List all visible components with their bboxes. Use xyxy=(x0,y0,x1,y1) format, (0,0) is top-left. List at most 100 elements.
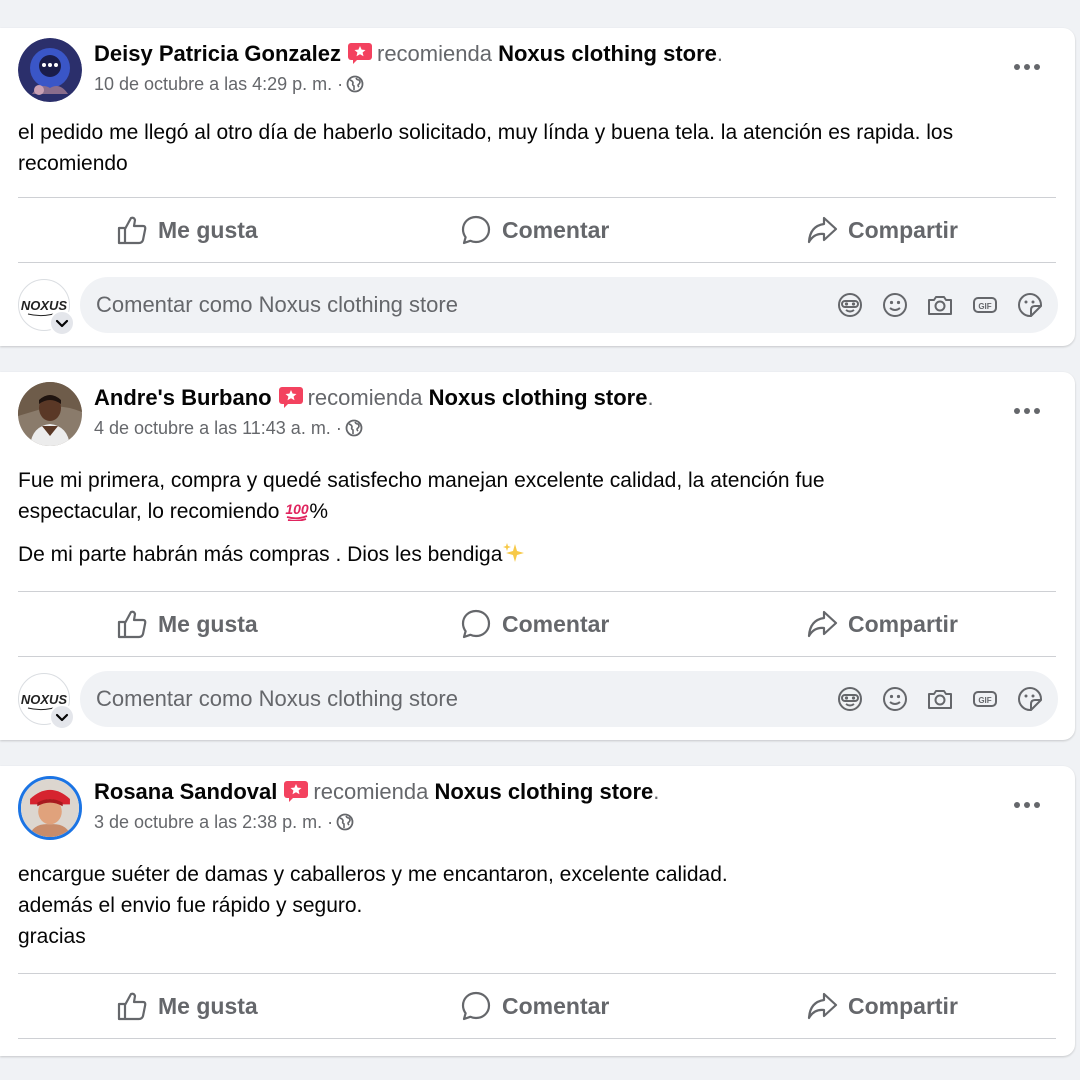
comment-icon xyxy=(461,609,491,639)
like-button[interactable]: Me gusta xyxy=(116,198,258,262)
share-icon xyxy=(807,610,838,638)
comment-button[interactable]: Comentar xyxy=(460,974,609,1038)
review-title: Rosana Sandoval recomienda Noxus clothing… xyxy=(94,778,659,806)
page-avatar[interactable]: NOXUS xyxy=(18,673,75,730)
review-card: Deisy Patricia Gonzalez recomienda Noxus … xyxy=(0,28,1075,346)
review-text-line: Fue mi primera, compra y quedé satisfech… xyxy=(18,465,925,527)
recommend-verb: recomienda xyxy=(313,779,429,804)
review-body: Fue mi primera, compra y quedé satisfech… xyxy=(18,465,925,570)
review-header: Deisy Patricia Gonzalez recomienda Noxus … xyxy=(18,38,1075,104)
divider xyxy=(18,1038,1056,1039)
review-card: Andre's Burbano recomienda Noxus clothing… xyxy=(0,372,1075,740)
comment-button[interactable]: Comentar xyxy=(460,198,609,262)
page-name[interactable]: Noxus clothing store xyxy=(434,779,653,804)
share-label: Compartir xyxy=(848,216,958,243)
review-text: encargue suéter de damas y caballeros y … xyxy=(18,863,728,886)
share-label: Compartir xyxy=(848,992,958,1019)
review-body: encargue suéter de damas y caballeros y … xyxy=(18,859,1035,952)
review-header: Andre's Burbano recomienda Noxus clothing… xyxy=(18,382,1075,448)
comment-composer: NOXUS GIF xyxy=(18,671,1058,731)
timestamp[interactable]: 3 de octubre a las 2:38 p. m. · xyxy=(94,812,333,832)
end-mark: . xyxy=(716,41,723,66)
comment-box[interactable]: GIF xyxy=(80,671,1058,727)
more-options-icon[interactable] xyxy=(1013,406,1041,416)
post-time: 10 de octubre a las 4:29 p. m. · xyxy=(94,72,364,96)
recommend-icon xyxy=(278,386,304,408)
thumbs-up-icon xyxy=(117,992,147,1021)
comment-box[interactable]: GIF xyxy=(80,277,1058,333)
like-label: Me gusta xyxy=(158,992,258,1019)
avatar[interactable] xyxy=(18,382,82,446)
thumbs-up-icon xyxy=(117,216,147,245)
gif-icon[interactable]: GIF xyxy=(971,685,999,713)
globe-icon xyxy=(336,813,354,831)
review-text: gracias xyxy=(18,925,86,948)
review-title: Deisy Patricia Gonzalez recomienda Noxus … xyxy=(94,40,723,68)
action-bar: Me gusta Comentar Compartir xyxy=(18,592,1056,656)
sticker-icon[interactable] xyxy=(1016,291,1044,319)
end-mark: . xyxy=(647,385,654,410)
globe-icon xyxy=(345,419,363,437)
avatar-sticker-icon[interactable] xyxy=(836,685,864,713)
comment-button[interactable]: Comentar xyxy=(460,592,609,656)
like-label: Me gusta xyxy=(158,610,258,637)
comment-icon xyxy=(461,215,491,245)
svg-text:GIF: GIF xyxy=(978,696,991,705)
emoji-icon[interactable] xyxy=(881,291,909,319)
comment-icon xyxy=(461,991,491,1021)
share-button[interactable]: Compartir xyxy=(806,974,958,1038)
svg-text:GIF: GIF xyxy=(978,302,991,311)
chevron-down-icon[interactable] xyxy=(49,704,75,730)
review-header: Rosana Sandoval recomienda Noxus clothing… xyxy=(18,776,1075,842)
globe-icon xyxy=(346,75,364,93)
review-text: De mi parte habrán más compras . Dios le… xyxy=(18,543,503,566)
post-time: 4 de octubre a las 11:43 a. m. · xyxy=(94,416,363,440)
recommend-verb: recomienda xyxy=(377,41,492,66)
gif-icon[interactable]: GIF xyxy=(971,291,999,319)
avatar[interactable] xyxy=(18,776,82,840)
sticker-icon[interactable] xyxy=(1016,685,1044,713)
review-card: Rosana Sandoval recomienda Noxus clothing… xyxy=(0,766,1075,1056)
author-name[interactable]: Deisy Patricia Gonzalez xyxy=(94,41,341,66)
more-options-icon[interactable] xyxy=(1013,62,1041,72)
action-bar: Me gusta Comentar Compartir xyxy=(18,198,1056,262)
share-icon xyxy=(807,216,838,244)
page-name[interactable]: Noxus clothing store xyxy=(498,41,717,66)
thumbs-up-icon xyxy=(117,610,147,639)
like-button[interactable]: Me gusta xyxy=(116,592,258,656)
page-name[interactable]: Noxus clothing store xyxy=(429,385,648,410)
sparkles-emoji-icon xyxy=(503,543,525,562)
camera-icon[interactable] xyxy=(926,685,954,713)
share-icon xyxy=(807,992,838,1020)
author-name[interactable]: Rosana Sandoval xyxy=(94,779,277,804)
review-title: Andre's Burbano recomienda Noxus clothing… xyxy=(94,384,654,412)
page-avatar[interactable]: NOXUS xyxy=(18,279,75,336)
comment-label: Comentar xyxy=(502,216,610,243)
timestamp[interactable]: 4 de octubre a las 11:43 a. m. · xyxy=(94,418,342,438)
review-text-line: De mi parte habrán más compras . Dios le… xyxy=(18,539,925,570)
review-text: el pedido me llegó al otro día de haberl… xyxy=(18,121,954,175)
recommend-verb: recomienda xyxy=(307,385,423,410)
timestamp[interactable]: 10 de octubre a las 4:29 p. m. · xyxy=(94,74,343,94)
like-button[interactable]: Me gusta xyxy=(116,974,258,1038)
end-mark: . xyxy=(653,779,660,804)
avatar[interactable] xyxy=(18,38,82,102)
action-bar: Me gusta Comentar Compartir xyxy=(18,974,1056,1038)
review-text: Fue mi primera, compra y quedé satisfech… xyxy=(18,469,825,523)
share-button[interactable]: Compartir xyxy=(806,198,958,262)
chevron-down-icon[interactable] xyxy=(49,310,75,336)
emoji-icon[interactable] xyxy=(881,685,909,713)
camera-icon[interactable] xyxy=(926,291,954,319)
author-name[interactable]: Andre's Burbano xyxy=(94,385,272,410)
comment-input[interactable] xyxy=(96,671,656,727)
review-body: el pedido me llegó al otro día de haberl… xyxy=(18,117,1035,179)
divider xyxy=(18,262,1056,263)
share-label: Compartir xyxy=(848,610,958,637)
hundred-points-emoji-icon: 100 xyxy=(286,501,309,521)
comment-input[interactable] xyxy=(96,277,656,333)
percent-sign: % xyxy=(309,500,329,523)
avatar-sticker-icon[interactable] xyxy=(836,291,864,319)
share-button[interactable]: Compartir xyxy=(806,592,958,656)
comment-label: Comentar xyxy=(502,610,610,637)
more-options-icon[interactable] xyxy=(1013,800,1041,810)
